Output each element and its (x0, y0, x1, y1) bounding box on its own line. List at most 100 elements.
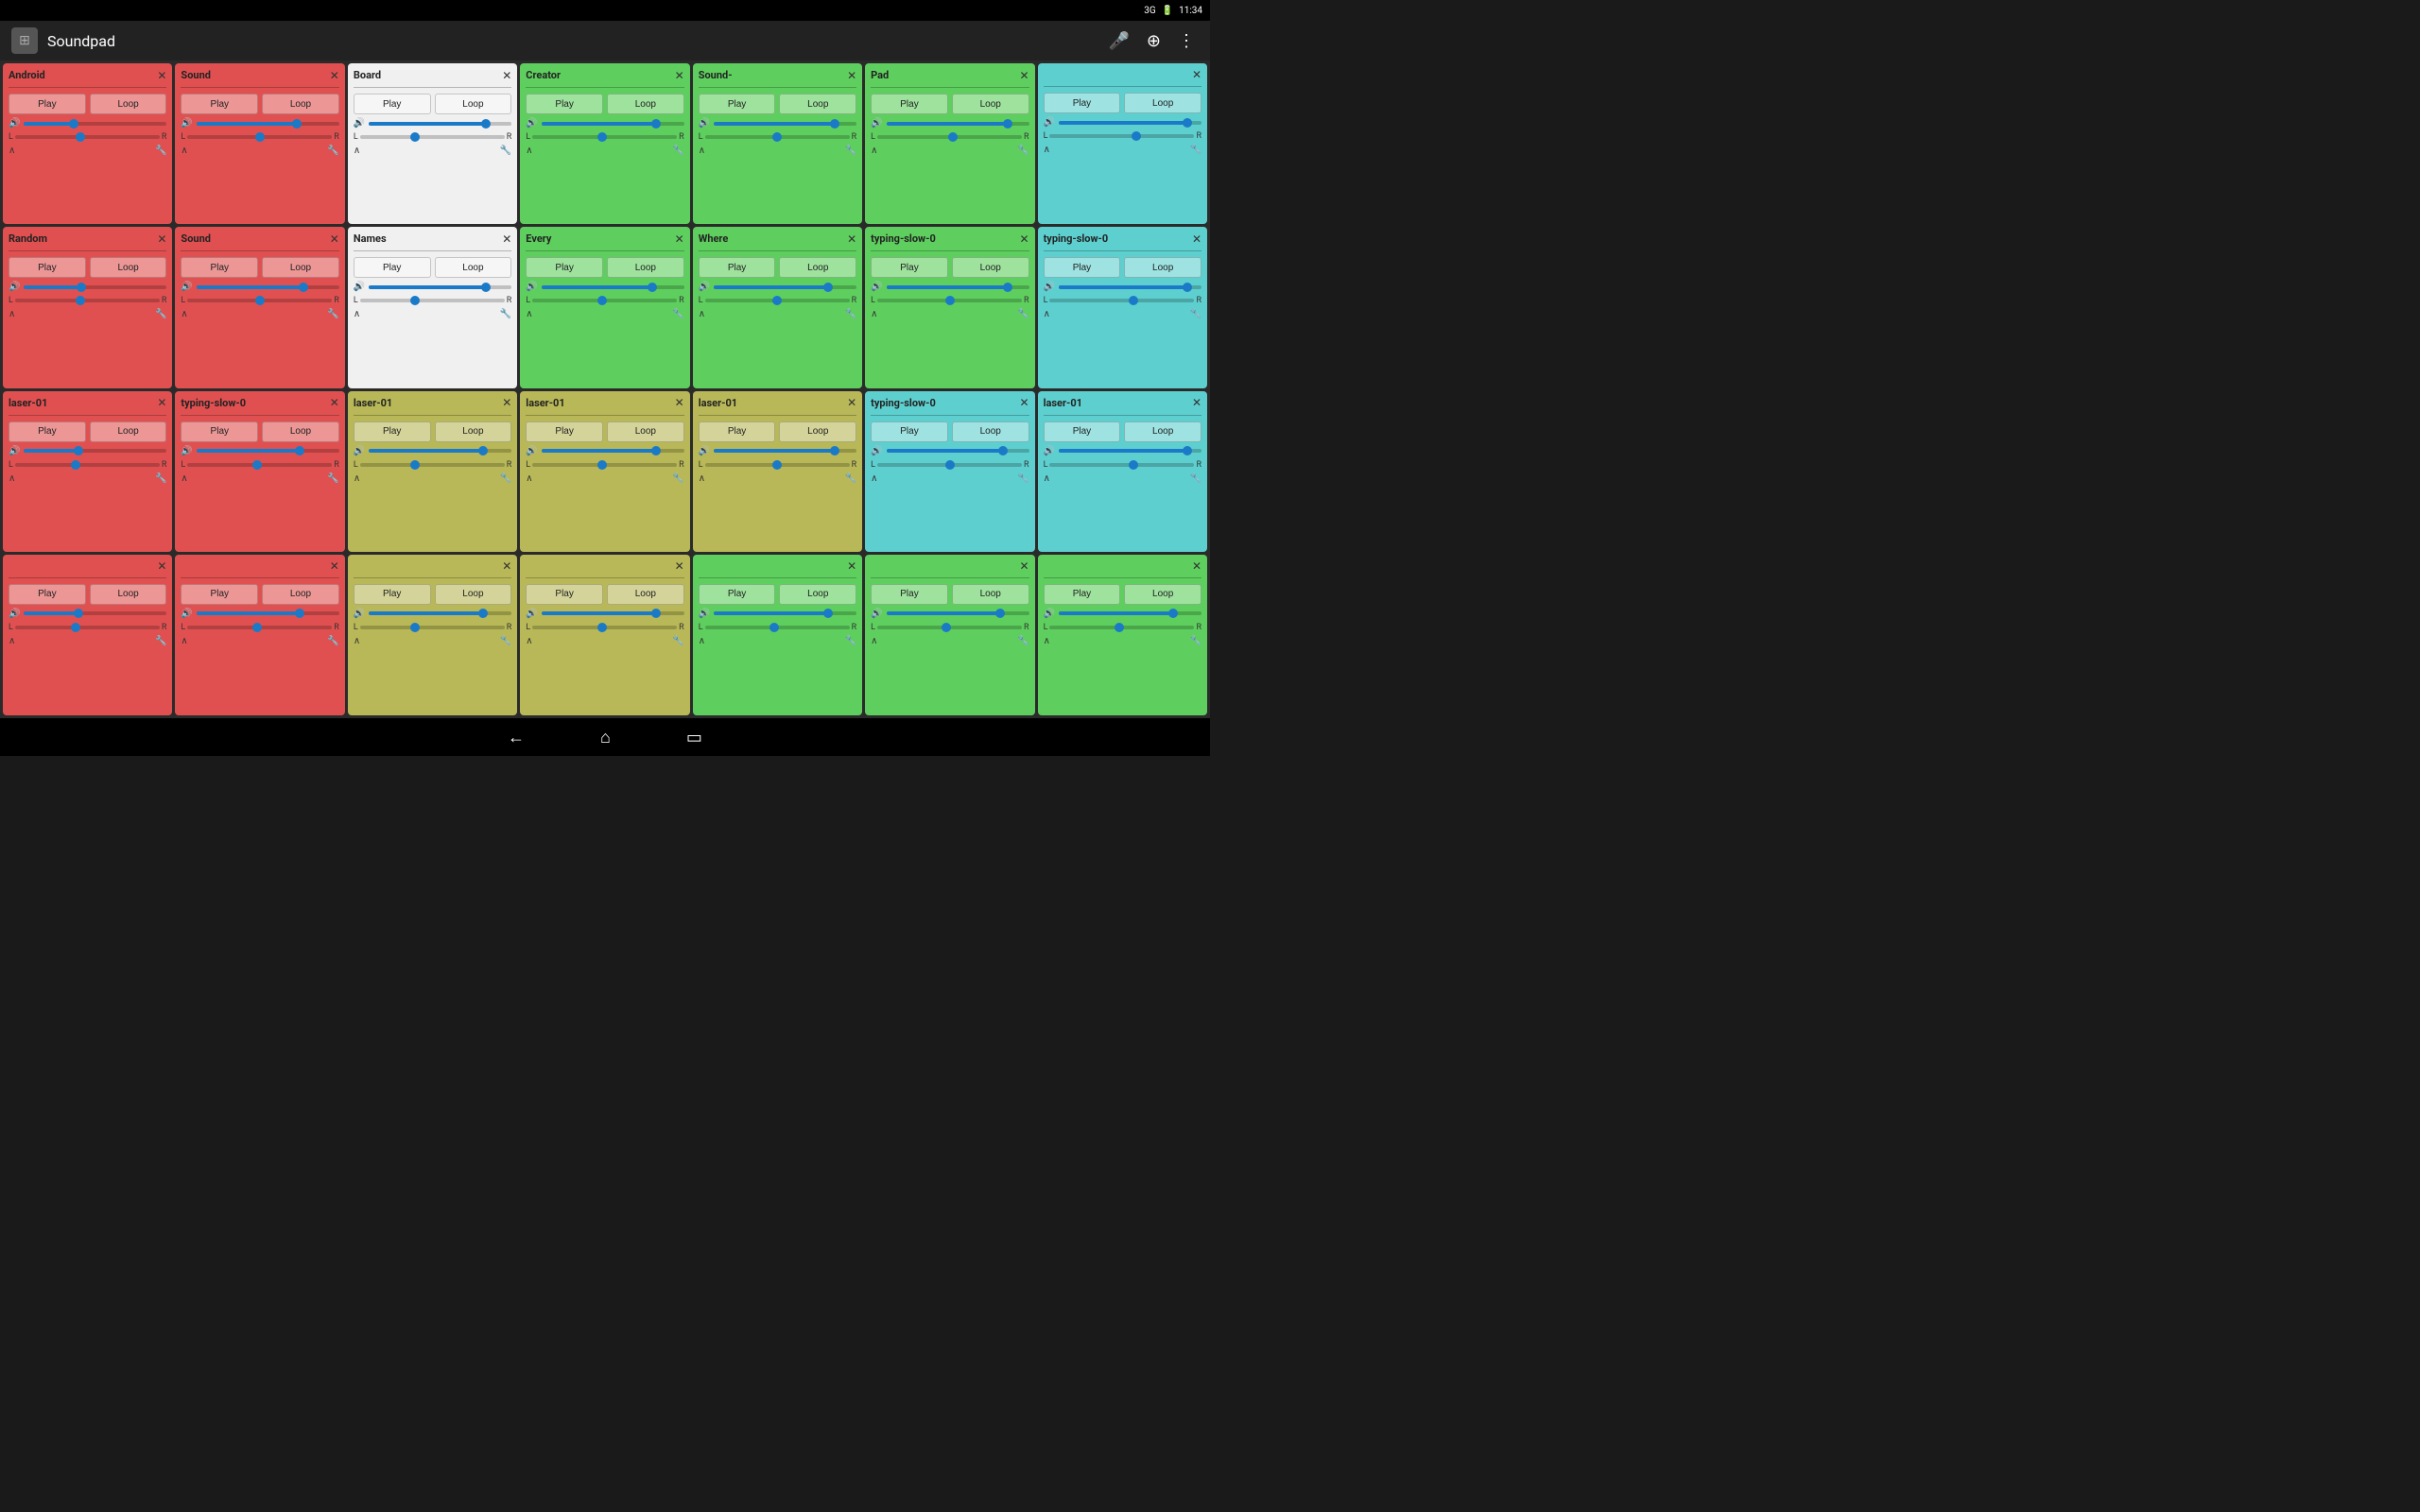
play-button-15[interactable]: Play (9, 421, 86, 442)
pan-slider-19[interactable] (705, 463, 850, 467)
card-close-17[interactable]: ✕ (502, 397, 511, 408)
pitch-icon-1[interactable]: 🔧 (155, 146, 166, 156)
expand-button-25[interactable]: ∧ (526, 636, 532, 646)
pan-slider-3[interactable] (360, 135, 505, 139)
pitch-icon-7[interactable]: 🔧 (1190, 145, 1201, 155)
pan-slider-17[interactable] (360, 463, 505, 467)
card-close-19[interactable]: ✕ (847, 397, 856, 408)
volume-slider-4[interactable] (542, 122, 684, 126)
loop-button-13[interactable]: Loop (952, 257, 1029, 278)
pitch-icon-26[interactable]: 🔧 (845, 636, 856, 646)
play-button-6[interactable]: Play (871, 94, 948, 114)
volume-slider-26[interactable] (714, 611, 856, 615)
card-close-24[interactable]: ✕ (502, 560, 511, 572)
microphone-icon[interactable]: 🎤 (1104, 27, 1132, 55)
pitch-icon-11[interactable]: 🔧 (672, 309, 683, 319)
expand-button-2[interactable]: ∧ (181, 146, 187, 156)
volume-slider-11[interactable] (542, 285, 684, 289)
loop-button-26[interactable]: Loop (779, 584, 856, 605)
expand-button-27[interactable]: ∧ (871, 636, 877, 646)
play-button-23[interactable]: Play (181, 584, 258, 605)
play-button-12[interactable]: Play (699, 257, 776, 278)
pan-slider-7[interactable] (1049, 134, 1194, 138)
play-button-28[interactable]: Play (1044, 584, 1121, 605)
play-button-9[interactable]: Play (181, 257, 258, 278)
loop-button-22[interactable]: Loop (90, 584, 167, 605)
pitch-icon-4[interactable]: 🔧 (672, 146, 683, 156)
play-button-4[interactable]: Play (526, 94, 603, 114)
loop-button-27[interactable]: Loop (952, 584, 1029, 605)
expand-button-6[interactable]: ∧ (871, 146, 877, 156)
expand-button-26[interactable]: ∧ (699, 636, 705, 646)
card-close-13[interactable]: ✕ (1020, 233, 1029, 245)
loop-button-21[interactable]: Loop (1124, 421, 1201, 442)
loop-button-15[interactable]: Loop (90, 421, 167, 442)
menu-icon[interactable]: ⋮ (1174, 27, 1199, 55)
card-close-8[interactable]: ✕ (157, 233, 166, 245)
expand-button-17[interactable]: ∧ (354, 473, 360, 484)
play-button-22[interactable]: Play (9, 584, 86, 605)
play-button-27[interactable]: Play (871, 584, 948, 605)
loop-button-17[interactable]: Loop (435, 421, 512, 442)
card-close-4[interactable]: ✕ (675, 70, 684, 81)
loop-button-7[interactable]: Loop (1124, 93, 1201, 113)
pitch-icon-19[interactable]: 🔧 (845, 473, 856, 484)
play-button-21[interactable]: Play (1044, 421, 1121, 442)
add-icon[interactable]: ⊕ (1143, 27, 1165, 55)
volume-slider-28[interactable] (1059, 611, 1201, 615)
volume-slider-5[interactable] (714, 122, 856, 126)
expand-button-10[interactable]: ∧ (354, 309, 360, 319)
pan-slider-6[interactable] (877, 135, 1022, 139)
volume-slider-18[interactable] (542, 449, 684, 453)
volume-slider-27[interactable] (887, 611, 1029, 615)
card-close-21[interactable]: ✕ (1192, 397, 1201, 408)
volume-slider-9[interactable] (197, 285, 339, 289)
play-button-5[interactable]: Play (699, 94, 776, 114)
expand-button-18[interactable]: ∧ (526, 473, 532, 484)
volume-slider-3[interactable] (369, 122, 511, 126)
pan-slider-22[interactable] (15, 626, 160, 629)
loop-button-16[interactable]: Loop (262, 421, 339, 442)
back-button[interactable]: ← (508, 728, 525, 747)
play-button-3[interactable]: Play (354, 94, 431, 114)
loop-button-6[interactable]: Loop (952, 94, 1029, 114)
loop-button-28[interactable]: Loop (1124, 584, 1201, 605)
loop-button-14[interactable]: Loop (1124, 257, 1201, 278)
expand-button-20[interactable]: ∧ (871, 473, 877, 484)
pitch-icon-28[interactable]: 🔧 (1190, 636, 1201, 646)
play-button-24[interactable]: Play (354, 584, 431, 605)
card-close-6[interactable]: ✕ (1020, 70, 1029, 81)
expand-button-23[interactable]: ∧ (181, 636, 187, 646)
pitch-icon-3[interactable]: 🔧 (500, 146, 511, 156)
volume-slider-23[interactable] (197, 611, 339, 615)
volume-slider-19[interactable] (714, 449, 856, 453)
expand-button-21[interactable]: ∧ (1044, 473, 1050, 484)
pitch-icon-8[interactable]: 🔧 (155, 309, 166, 319)
pan-slider-18[interactable] (532, 463, 677, 467)
play-button-19[interactable]: Play (699, 421, 776, 442)
loop-button-3[interactable]: Loop (435, 94, 512, 114)
volume-slider-15[interactable] (24, 449, 166, 453)
pan-slider-4[interactable] (532, 135, 677, 139)
card-close-2[interactable]: ✕ (330, 70, 339, 81)
pan-slider-11[interactable] (532, 299, 677, 302)
card-close-9[interactable]: ✕ (330, 233, 339, 245)
pitch-icon-13[interactable]: 🔧 (1017, 309, 1028, 319)
pan-slider-10[interactable] (360, 299, 505, 302)
loop-button-12[interactable]: Loop (779, 257, 856, 278)
loop-button-5[interactable]: Loop (779, 94, 856, 114)
play-button-2[interactable]: Play (181, 94, 258, 114)
card-close-25[interactable]: ✕ (675, 560, 684, 572)
pitch-icon-22[interactable]: 🔧 (155, 636, 166, 646)
card-close-5[interactable]: ✕ (847, 70, 856, 81)
pan-slider-25[interactable] (532, 626, 677, 629)
card-close-28[interactable]: ✕ (1192, 560, 1201, 572)
volume-slider-20[interactable] (887, 449, 1029, 453)
loop-button-1[interactable]: Loop (90, 94, 167, 114)
recent-button[interactable]: ▭ (686, 728, 702, 747)
expand-button-12[interactable]: ∧ (699, 309, 705, 319)
card-close-10[interactable]: ✕ (502, 233, 511, 245)
pan-slider-13[interactable] (877, 299, 1022, 302)
pan-slider-12[interactable] (705, 299, 850, 302)
pitch-icon-16[interactable]: 🔧 (327, 473, 338, 484)
